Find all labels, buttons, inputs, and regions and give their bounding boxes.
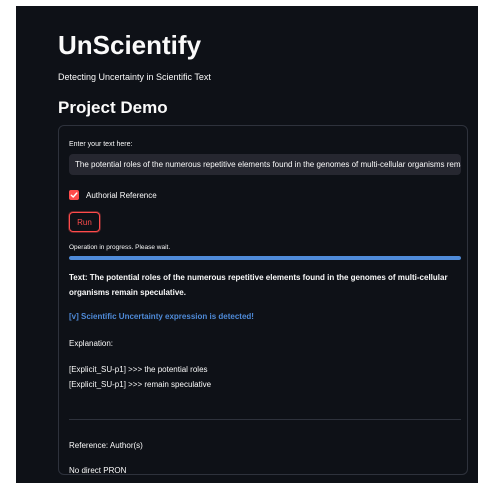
text-input[interactable]: The potential roles of the numerous repe…: [69, 154, 461, 175]
text-input-label: Enter your text here:: [69, 141, 133, 148]
progress-bar-fill: [69, 256, 461, 260]
result-text: Text: The potential roles of the numerou…: [69, 273, 448, 297]
run-button[interactable]: Run: [69, 212, 100, 232]
app-main: UnScientify Detecting Uncertainty in Sci…: [16, 6, 478, 483]
reference-text: Reference: Author(s): [69, 441, 143, 450]
app-subtitle: Detecting Uncertainty in Scientific Text: [58, 72, 211, 82]
explanation-heading: Explanation:: [69, 339, 114, 348]
pron-text: No direct PRON: [69, 466, 127, 475]
demo-form: Enter your text here: The potential role…: [58, 125, 468, 475]
authorial-reference-label: Authorial Reference: [86, 190, 157, 200]
app-title: UnScientify: [58, 30, 202, 60]
authorial-reference-checkbox-row[interactable]: Authorial Reference: [69, 189, 157, 201]
progress-bar: [69, 256, 461, 260]
explanation-line: [Explicit_SU-p1] >>> remain speculative: [69, 380, 212, 389]
section-title: Project Demo: [58, 98, 168, 117]
check-icon: [70, 192, 78, 198]
uncertainty-detection-message: [v] Scientific Uncertainty expression is…: [69, 312, 254, 321]
progress-status-text: Operation in progress. Please wait.: [69, 244, 171, 251]
divider: [69, 419, 461, 420]
explanation-line: [Explicit_SU-p1] >>> the potential roles: [69, 365, 208, 374]
authorial-reference-checkbox[interactable]: [69, 190, 79, 200]
